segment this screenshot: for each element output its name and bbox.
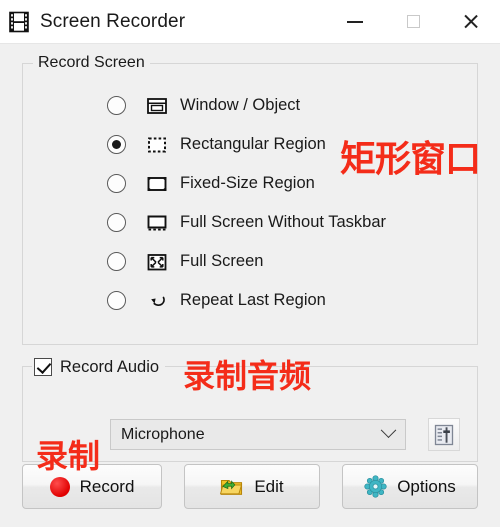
radio-full-screen-without-taskbar[interactable] xyxy=(107,213,126,232)
record-audio-label: Record Audio xyxy=(60,357,160,376)
radio-row-window-object[interactable]: Window / Object xyxy=(23,86,477,125)
radio-label-repeat-last-region: Repeat Last Region xyxy=(180,291,326,309)
radio-label-full-screen-without-taskbar: Full Screen Without Taskbar xyxy=(180,213,387,231)
options-button[interactable]: Options xyxy=(342,464,478,509)
radio-label-window-object: Window / Object xyxy=(180,96,301,114)
close-button[interactable] xyxy=(442,0,500,44)
action-button-row: Record Edit Options xyxy=(0,464,500,524)
fullscreen-icon xyxy=(146,251,168,273)
title-bar: Screen Recorder xyxy=(0,0,500,44)
window-title: Screen Recorder xyxy=(40,10,186,32)
audio-device-value: Microphone xyxy=(121,425,205,443)
radio-row-full-screen[interactable]: Full Screen xyxy=(23,242,477,281)
radio-rectangular-region[interactable] xyxy=(107,135,126,154)
fixed-rect-icon xyxy=(146,173,168,195)
radio-row-repeat-last-region[interactable]: Repeat Last Region xyxy=(23,281,477,320)
radio-repeat-last-region[interactable] xyxy=(107,291,126,310)
audio-device-select[interactable]: Microphone xyxy=(110,419,406,450)
record-button-label: Record xyxy=(79,476,135,496)
options-button-label: Options xyxy=(397,476,456,496)
radio-row-full-screen-without-taskbar[interactable]: Full Screen Without Taskbar xyxy=(23,203,477,242)
gear-icon xyxy=(364,475,387,498)
folder-open-icon xyxy=(220,476,244,498)
client-area: Record Screen Window / Object Rectangula… xyxy=(0,44,500,527)
screen-no-taskbar-icon xyxy=(146,212,168,234)
record-screen-radio-list: Window / Object Rectangular Region Fixed… xyxy=(23,86,477,320)
radio-full-screen[interactable] xyxy=(107,252,126,271)
dashed-rect-icon xyxy=(146,134,168,156)
minimize-button[interactable] xyxy=(326,0,384,44)
radio-label-full-screen: Full Screen xyxy=(180,252,264,270)
edit-button[interactable]: Edit xyxy=(184,464,320,509)
repeat-arrow-icon xyxy=(146,290,168,312)
chevron-down-icon[interactable] xyxy=(371,420,405,449)
record-screen-legend: Record Screen xyxy=(33,54,150,72)
radio-label-fixed-size-region: Fixed-Size Region xyxy=(180,174,315,192)
radio-label-rectangular-region: Rectangular Region xyxy=(180,135,326,153)
close-icon xyxy=(463,13,480,30)
radio-window-object[interactable] xyxy=(107,96,126,115)
film-strip-icon xyxy=(8,11,30,33)
audio-mixer-icon xyxy=(434,424,454,446)
audio-settings-button[interactable] xyxy=(428,418,460,451)
red-record-dot-icon xyxy=(49,476,70,497)
record-audio-checkbox[interactable] xyxy=(34,358,52,376)
maximize-button[interactable] xyxy=(384,0,442,44)
radio-row-fixed-size-region[interactable]: Fixed-Size Region xyxy=(23,164,477,203)
minimize-icon xyxy=(347,20,363,23)
record-button[interactable]: Record xyxy=(22,464,162,509)
window-icon xyxy=(146,95,168,117)
maximize-icon xyxy=(406,15,420,28)
edit-button-label: Edit xyxy=(254,476,284,496)
radio-row-rectangular-region[interactable]: Rectangular Region xyxy=(23,125,477,164)
radio-fixed-size-region[interactable] xyxy=(107,174,126,193)
window-controls xyxy=(326,0,500,44)
record-screen-groupbox: Record Screen Window / Object Rectangula… xyxy=(22,54,478,345)
record-audio-checkbox-row[interactable]: Record Audio xyxy=(32,356,166,378)
